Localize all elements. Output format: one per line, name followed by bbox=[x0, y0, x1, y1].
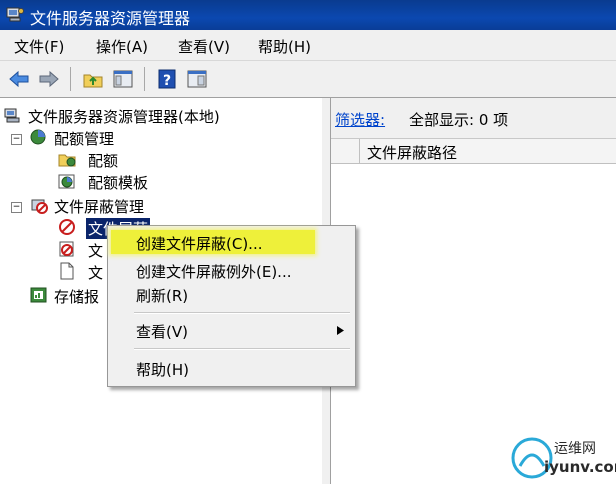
tree-item-label: 文件屏蔽管理 bbox=[54, 198, 145, 216]
help-icon[interactable]: ? bbox=[156, 68, 178, 90]
watermark-brand: 运维网 bbox=[554, 441, 596, 457]
menu-item-help[interactable]: 帮助(H) bbox=[111, 356, 350, 380]
menu-bar: 文件(F) 操作(A) 查看(V) 帮助(H) bbox=[0, 30, 616, 61]
menu-separator bbox=[134, 348, 350, 350]
window-title: 文件服务器资源管理器 bbox=[30, 9, 191, 28]
tree-item-label: 文 bbox=[88, 264, 104, 282]
toolbar-separator bbox=[70, 67, 71, 91]
menu-item-create-file-screen-exception[interactable]: 创建文件屏蔽例外(E)... bbox=[111, 258, 350, 282]
column-header-file-screen-path[interactable]: 文件屏蔽路径 bbox=[367, 142, 457, 163]
file-screen-icon bbox=[59, 219, 75, 235]
filter-bar: 筛选器: 全部显示: 0 项 bbox=[331, 98, 616, 139]
svg-text:?: ? bbox=[163, 73, 171, 89]
column-header-row: 文件屏蔽路径 bbox=[331, 139, 616, 164]
file-screen-template-icon bbox=[59, 241, 74, 257]
up-folder-icon[interactable] bbox=[82, 68, 104, 90]
action-pane-icon[interactable] bbox=[186, 68, 208, 90]
menu-separator bbox=[134, 312, 350, 314]
server-manager-icon bbox=[6, 7, 24, 22]
storage-reports-icon bbox=[30, 287, 47, 303]
back-icon[interactable] bbox=[8, 68, 30, 90]
quota-folder-icon bbox=[58, 154, 76, 167]
menu-help[interactable]: 帮助(H) bbox=[258, 36, 311, 57]
menu-item-create-file-screen[interactable]: 创建文件屏蔽(C)... bbox=[111, 230, 315, 254]
toolbar-separator bbox=[144, 67, 145, 91]
menu-item-refresh[interactable]: 刷新(R) bbox=[111, 282, 350, 306]
tree-item-label: 配额模板 bbox=[88, 174, 149, 192]
menu-file[interactable]: 文件(F) bbox=[14, 36, 64, 57]
file-icon bbox=[60, 262, 74, 280]
toolbar: ? bbox=[0, 61, 616, 98]
forward-icon[interactable] bbox=[38, 68, 60, 90]
menu-item-view[interactable]: 查看(V) bbox=[111, 318, 350, 342]
menu-action[interactable]: 操作(A) bbox=[96, 36, 148, 57]
menu-view[interactable]: 查看(V) bbox=[178, 36, 230, 57]
quota-template-icon bbox=[58, 174, 75, 189]
expander-screen[interactable]: − bbox=[11, 202, 22, 213]
filter-status: 全部显示: 0 项 bbox=[409, 111, 509, 129]
tree-item-label: 文 bbox=[88, 242, 104, 260]
tree-root-label: 文件服务器资源管理器(本地) bbox=[28, 108, 220, 126]
show-hide-tree-icon[interactable] bbox=[112, 68, 134, 90]
context-menu: 创建文件屏蔽(C)... 创建文件屏蔽例外(E)... 刷新(R) 查看(V) … bbox=[107, 225, 356, 387]
filter-link[interactable]: 筛选器: bbox=[335, 109, 385, 130]
title-bar: 文件服务器资源管理器 bbox=[0, 0, 616, 30]
quota-management-icon bbox=[30, 129, 46, 145]
tree-item-label: 配额 bbox=[88, 152, 119, 170]
tree-item-label: 配额管理 bbox=[54, 130, 115, 148]
server-icon bbox=[4, 108, 20, 123]
expander-quota[interactable]: − bbox=[11, 134, 22, 145]
submenu-arrow-icon bbox=[337, 326, 344, 335]
column-header-icon-cell[interactable] bbox=[331, 139, 360, 163]
watermark: 运维网 iyunv.com bbox=[506, 434, 616, 482]
watermark-domain: iyunv.com bbox=[544, 458, 616, 476]
file-screen-management-icon bbox=[31, 199, 48, 214]
tree-item-label: 存储报 bbox=[54, 288, 100, 306]
